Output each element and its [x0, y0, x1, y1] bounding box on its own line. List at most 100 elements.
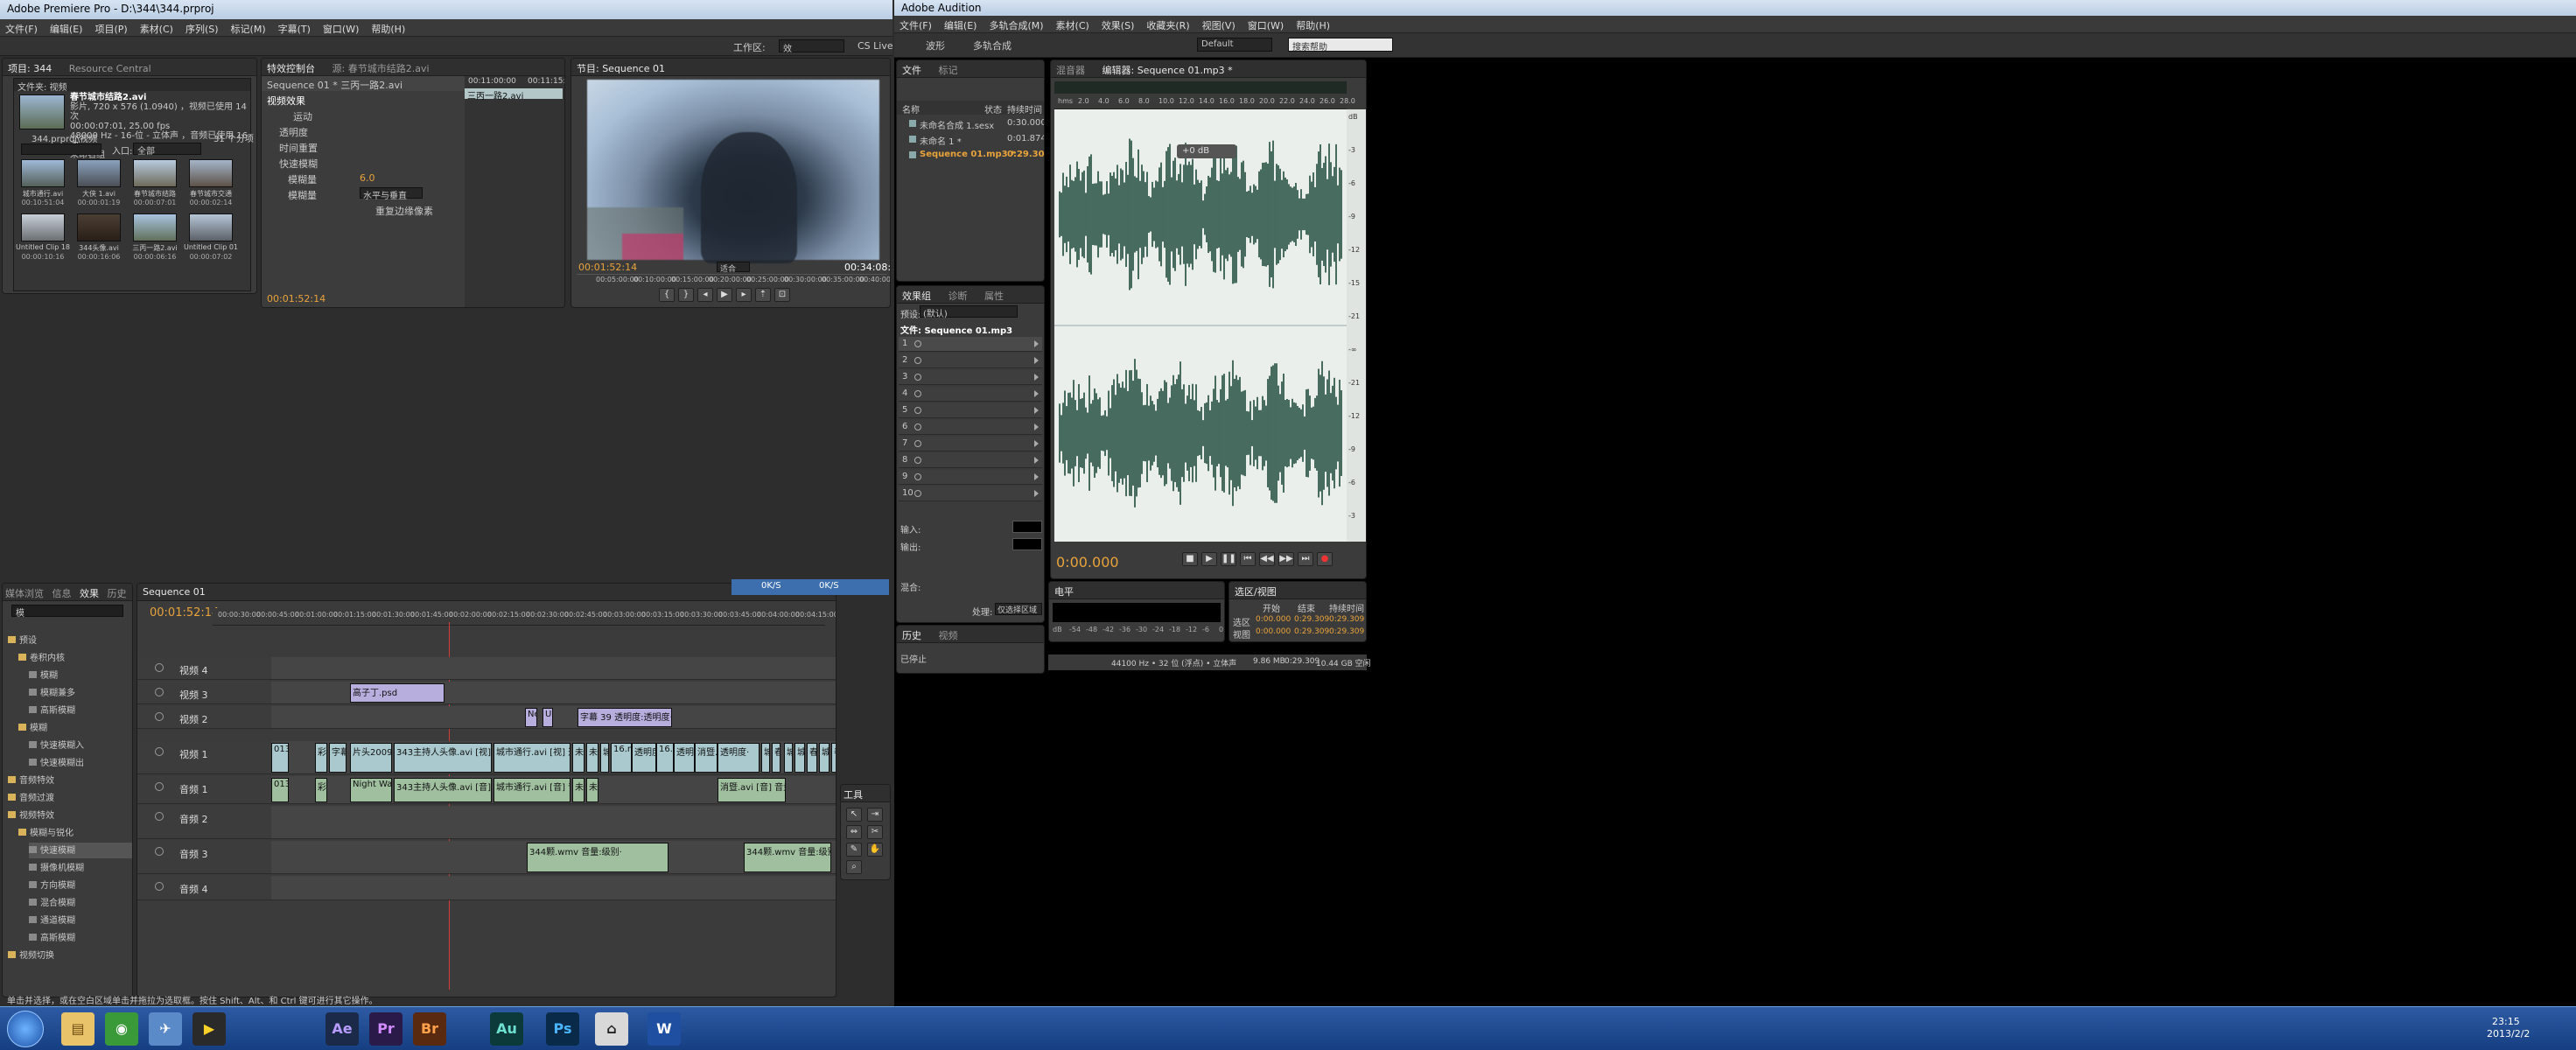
fast-forward-button[interactable]: ▶▶ [1278, 552, 1294, 566]
menu-item[interactable]: 视图(V) [1202, 20, 1236, 32]
blur-dimension-select[interactable]: 水平与垂直 [360, 187, 423, 201]
timeline-clip[interactable]: 字幕 [329, 743, 346, 773]
effects-tree-item[interactable]: 模糊 [29, 668, 58, 683]
effects-tree-item[interactable]: 预设 [8, 633, 37, 648]
app-icon[interactable]: ⌂ [595, 1012, 628, 1046]
menu-item[interactable]: 窗口(W) [1248, 20, 1284, 32]
timeline-clip[interactable]: 字幕 39 透明度:透明度· [578, 708, 672, 727]
timeline-clip[interactable]: 16.mov [656, 743, 674, 773]
timeline-clip[interactable]: 未命 [586, 743, 598, 773]
timeline-clip[interactable]: 16.mov [611, 743, 632, 773]
fx-opacity[interactable]: 透明度 [262, 123, 465, 138]
tab-tools[interactable]: 工具 [844, 789, 863, 801]
view-duration[interactable]: 0:29.309 [1329, 627, 1364, 636]
timeline-clip[interactable]: 彩条 [315, 743, 327, 773]
menu-item[interactable]: 文件(F) [900, 20, 932, 32]
fx-time-remap[interactable]: 时间重置 [262, 139, 465, 154]
track-header[interactable]: 音频 3 [137, 841, 271, 874]
effect-slot[interactable]: 3 [899, 370, 1042, 385]
track-lane[interactable] [271, 806, 836, 839]
bin-item[interactable]: 344头像.avi 00:00:16:06 [72, 212, 126, 264]
effect-slot[interactable]: 4 [899, 387, 1042, 402]
timeline-clip[interactable]: 013.a [271, 743, 289, 773]
bin-item[interactable]: Untitled Clip 01 00:00:07:02 [184, 212, 238, 264]
menu-item[interactable]: 帮助(H) [371, 24, 405, 35]
menu-item[interactable]: 序列(S) [186, 24, 219, 35]
cslive-button[interactable]: CS Live [858, 40, 892, 52]
tab-history[interactable]: 历史 [108, 588, 127, 599]
track-header[interactable]: 视频 2 [137, 706, 271, 729]
effects-tree-item[interactable]: 音频过渡 [8, 790, 54, 806]
timeline-clip[interactable]: 城 [794, 743, 805, 773]
sel-end[interactable]: 0:29.309 [1294, 615, 1329, 624]
pen-tool-icon[interactable]: ✎ [846, 843, 862, 857]
eye-icon[interactable] [155, 782, 164, 791]
chevron-right-icon[interactable] [1034, 374, 1039, 381]
step-back-button[interactable]: ◂ [697, 288, 713, 302]
effects-tree-item[interactable]: 快速模糊入 [29, 738, 84, 753]
timeline-clip[interactable]: 城 [600, 743, 609, 773]
bin-item[interactable]: 城市通行.avi 00:10:51:04 [16, 158, 70, 210]
help-search-input[interactable]: 搜索帮助 [1288, 38, 1393, 52]
timeline-clip[interactable]: Night Watch 15 [350, 778, 392, 802]
effects-tree-item[interactable]: 方向模糊 [29, 878, 75, 893]
timeline-clip[interactable]: 透明度· [718, 743, 760, 773]
selection-tool-icon[interactable]: ↖ [846, 808, 862, 822]
effects-tree-item[interactable]: 卷积内核 [18, 650, 65, 666]
chevron-right-icon[interactable] [1034, 357, 1039, 364]
timeline-clip[interactable]: 春 [772, 743, 780, 773]
tab-editor[interactable]: 编辑器: Sequence 01.mp3 * [1102, 65, 1233, 76]
entry-select[interactable]: 全部 [133, 143, 201, 157]
timeline-clip[interactable]: 未命 [572, 778, 584, 802]
bin-tab[interactable]: 文件夹: 视频 [18, 83, 67, 93]
timeline-clip[interactable]: 343主持人头像.avi [视] 明度:透明度· [394, 743, 492, 773]
clock-date[interactable]: 2013/2/2 [2487, 1028, 2530, 1040]
project-search-input[interactable] [21, 144, 102, 155]
fit-select[interactable]: 适合 [717, 262, 750, 274]
effects-tree-item[interactable]: 模糊与锐化 [18, 825, 74, 841]
rewind-button[interactable]: ◀◀ [1259, 552, 1275, 566]
timeline-clip[interactable]: 未命 [572, 743, 584, 773]
preset-select[interactable]: (默认) [920, 305, 1018, 319]
menu-item[interactable]: 效果(S) [1102, 20, 1135, 32]
bin-item[interactable]: 春节城市交通 00:00:02:14 [184, 158, 238, 210]
timeline-clip[interactable]: 透明度 [632, 743, 656, 773]
zoom-tool-icon[interactable]: ⌕ [846, 860, 862, 874]
effect-slot[interactable]: 1 [899, 337, 1042, 352]
tab-effect-controls[interactable]: 特效控制台 [267, 63, 315, 74]
timeline-timecode[interactable]: 00:01:52:14 [150, 606, 219, 620]
power-icon[interactable] [914, 390, 921, 397]
timeline-clip[interactable]: 消暨.avi [音] 音量:级别· [718, 778, 786, 802]
player-icon[interactable]: ▶ [192, 1012, 226, 1046]
start-button[interactable] [7, 1011, 44, 1047]
track-header[interactable]: 视频 1 [137, 741, 271, 774]
timeline-clip[interactable]: 片头2009年.avi [350, 743, 392, 773]
editor-ruler[interactable]: hms 2.0 4.0 6.0 8.0 10.0 12.0 14.0 16.0 18.0 20.0 2… [1054, 95, 1355, 109]
apply-select[interactable]: 仅选择区域 [995, 603, 1042, 615]
view-end[interactable]: 0:29.309 [1294, 627, 1329, 636]
chevron-right-icon[interactable] [1034, 473, 1039, 480]
menu-item[interactable]: 素材(C) [140, 24, 173, 35]
power-icon[interactable] [914, 340, 921, 347]
effect-slot[interactable]: 6 [899, 420, 1042, 435]
file-row[interactable]: 未命名 1 * 0:01.874 [897, 132, 1044, 148]
tab-sequence[interactable]: Sequence 01 [143, 586, 206, 598]
explorer-icon[interactable]: ▤ [61, 1012, 94, 1046]
timeline-clip[interactable]: 春节 [807, 743, 817, 773]
word-icon[interactable]: W [648, 1012, 681, 1046]
ripple-edit-tool-icon[interactable]: ⇔ [846, 825, 862, 839]
timeline-clip[interactable]: 城市通行.avi [视] 透明度:透明度· [494, 743, 570, 773]
menu-item[interactable]: 编辑(E) [944, 20, 977, 32]
export-frame-button[interactable]: ⊡ [774, 288, 790, 302]
effects-search-input[interactable]: 模 [11, 605, 123, 619]
menu-item[interactable]: 项目(P) [94, 24, 127, 35]
effect-slot[interactable]: 2 [899, 354, 1042, 368]
eye-icon[interactable] [155, 688, 164, 696]
effects-tree-item[interactable]: 视频特效 [8, 808, 54, 823]
effects-tree-item[interactable]: 高斯模糊 [29, 703, 75, 718]
tab-info[interactable]: 信息 [52, 588, 72, 599]
play-button[interactable]: ▶ [1201, 552, 1217, 566]
mode-multitrack[interactable]: 多轨合成 [973, 38, 1012, 52]
view-start[interactable]: 0:00.000 [1256, 627, 1291, 636]
power-icon[interactable] [914, 357, 921, 364]
